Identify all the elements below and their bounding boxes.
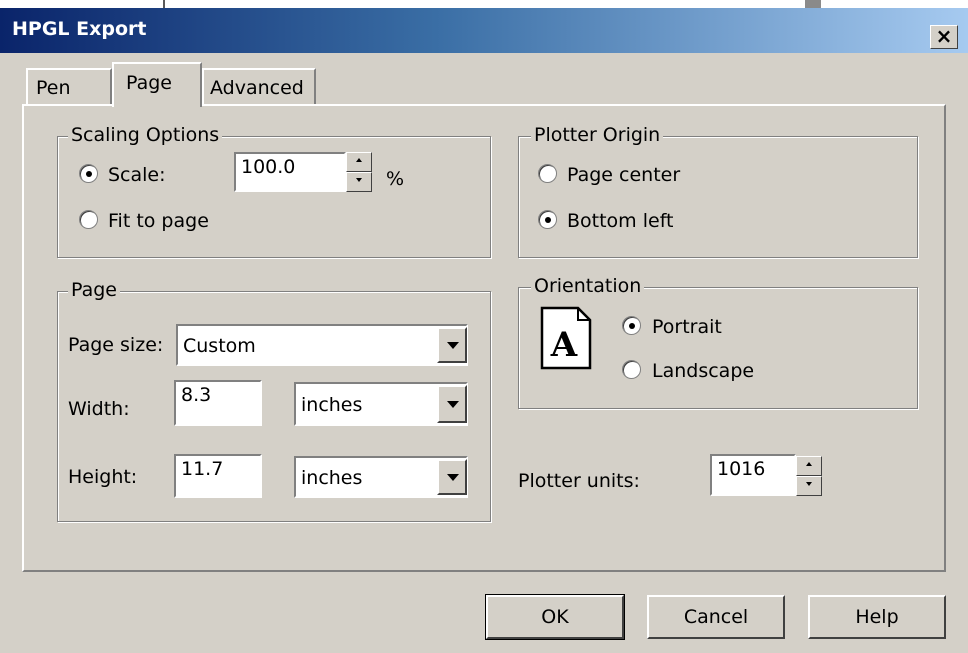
width-input[interactable]: 8.3 xyxy=(174,380,262,426)
help-button[interactable]: Help xyxy=(808,595,946,639)
portrait-label: Portrait xyxy=(652,316,722,338)
chevron-down-icon[interactable] xyxy=(437,327,467,363)
tab-advanced[interactable]: Advanced xyxy=(202,68,316,106)
tab-pen[interactable]: Pen xyxy=(26,68,112,106)
background-strip xyxy=(0,0,968,8)
fit-to-page-label: Fit to page xyxy=(108,210,209,232)
page-center-radio[interactable] xyxy=(538,164,557,183)
chevron-down-icon[interactable] xyxy=(437,459,467,495)
spin-up-icon[interactable] xyxy=(346,152,372,172)
radio-selected-dot xyxy=(629,323,635,329)
background-mark xyxy=(805,0,821,8)
landscape-label: Landscape xyxy=(652,360,755,382)
document-icon-letter: A xyxy=(550,325,578,365)
height-input[interactable]: 11.7 xyxy=(174,454,262,498)
width-label: Width: xyxy=(68,398,130,420)
plotter-units-spinner[interactable] xyxy=(796,456,822,496)
group-legend: Page xyxy=(68,279,120,301)
plotter-units-label: Plotter units: xyxy=(518,470,640,492)
tab-label: Advanced xyxy=(210,77,304,99)
scale-radio[interactable] xyxy=(79,164,98,183)
portrait-radio[interactable] xyxy=(622,316,641,335)
scale-input[interactable]: 100.0 xyxy=(234,152,346,192)
page-size-label: Page size: xyxy=(68,334,164,356)
close-icon: × xyxy=(935,24,953,48)
fit-to-page-radio[interactable] xyxy=(79,210,98,229)
title-bar[interactable]: HPGL Export × xyxy=(0,8,968,53)
bottom-left-radio[interactable] xyxy=(538,210,557,229)
tab-page[interactable]: Page xyxy=(112,62,202,107)
chevron-down-icon[interactable] xyxy=(437,385,467,423)
page-center-label: Page center xyxy=(567,164,681,186)
group-legend: Plotter Origin xyxy=(531,124,664,146)
bottom-left-label: Bottom left xyxy=(567,210,674,232)
scale-label: Scale: xyxy=(108,164,166,186)
cancel-button[interactable]: Cancel xyxy=(647,595,785,639)
radio-selected-dot xyxy=(545,217,551,223)
ok-button[interactable]: OK xyxy=(485,594,625,640)
plotter-origin-group: Plotter Origin xyxy=(518,124,918,258)
spin-down-icon[interactable] xyxy=(346,172,372,192)
background-mark xyxy=(163,0,165,8)
page-size-select[interactable]: Custom xyxy=(176,324,468,366)
window-title: HPGL Export xyxy=(12,18,147,40)
portrait-document-icon: A xyxy=(540,306,592,370)
scale-spinner[interactable] xyxy=(346,152,372,192)
plotter-units-input[interactable]: 1016 xyxy=(710,454,796,496)
spin-up-icon[interactable] xyxy=(796,456,822,476)
radio-selected-dot xyxy=(86,171,92,177)
height-label: Height: xyxy=(68,466,138,488)
tab-label: Pen xyxy=(36,77,71,99)
scale-unit: % xyxy=(386,168,405,190)
group-legend: Scaling Options xyxy=(68,124,223,146)
close-button[interactable]: × xyxy=(930,25,958,49)
spin-down-icon[interactable] xyxy=(796,476,822,496)
landscape-radio[interactable] xyxy=(622,360,641,379)
tab-label: Page xyxy=(126,72,172,94)
group-legend: Orientation xyxy=(531,275,645,297)
